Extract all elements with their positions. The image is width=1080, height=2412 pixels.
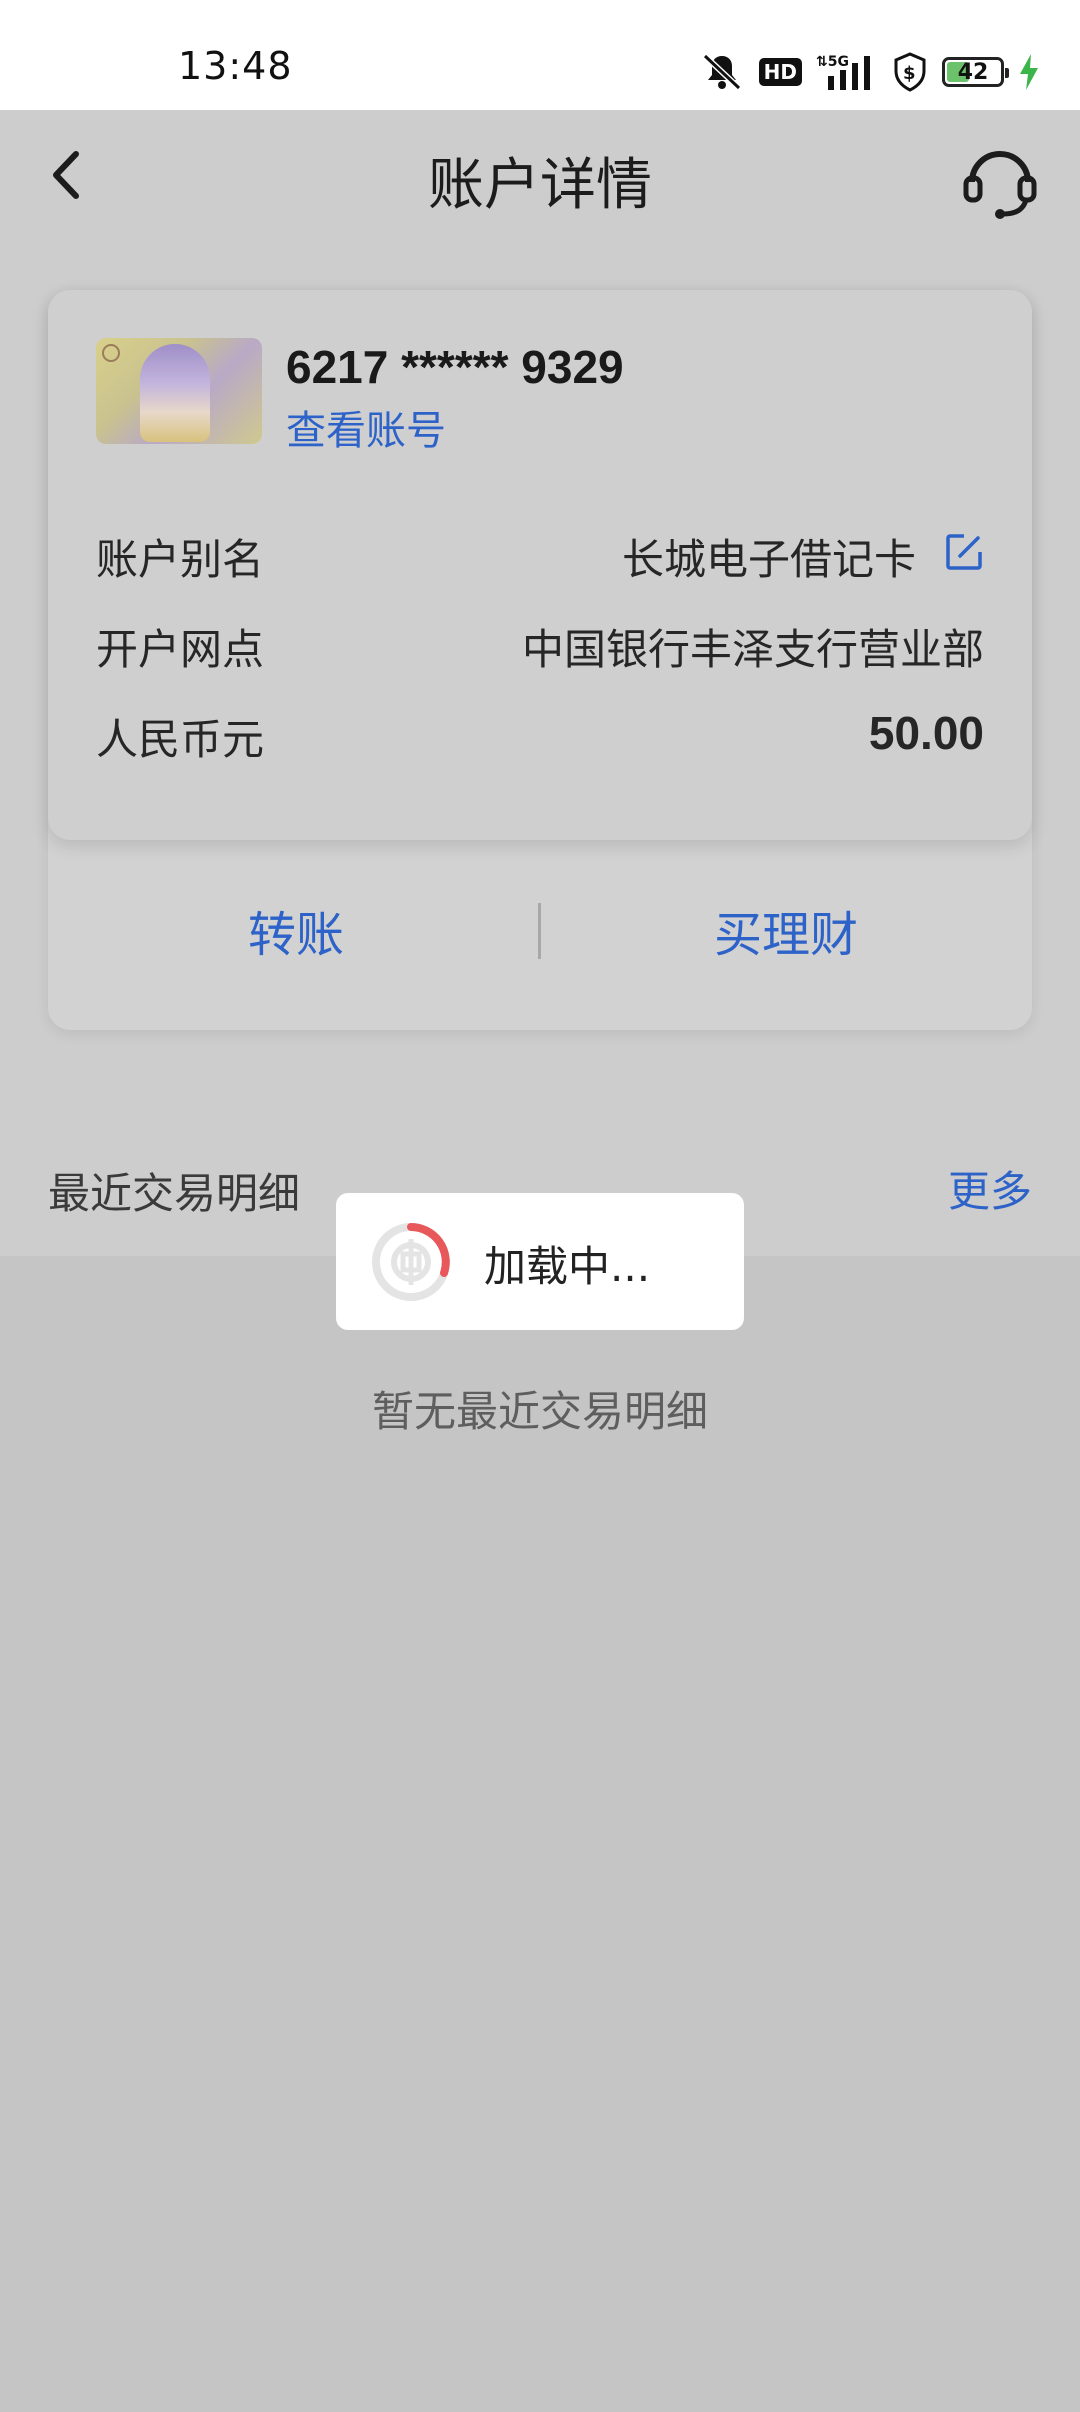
card-art [140, 344, 210, 442]
svg-text:⇅5G: ⇅5G [816, 54, 849, 70]
loading-spinner-icon [372, 1223, 450, 1301]
headset-icon [963, 151, 1037, 219]
action-divider [538, 903, 541, 959]
edit-alias-button[interactable] [944, 532, 984, 572]
transfer-button[interactable]: 转账 [248, 895, 344, 965]
hd-icon: HD [758, 58, 802, 86]
status-bar: 13:48 HD ⇅5G $ 42 [0, 0, 1080, 110]
account-info-panel: 6217 ****** 9329 查看账号 账户别名 长城电子借记卡 开户网点 … [48, 290, 1032, 840]
loading-text: 加载中... [484, 1242, 651, 1291]
empty-transactions-text: 暂无最近交易明细 [371, 1387, 708, 1436]
app-header: 账户详情 [0, 110, 1080, 240]
bank-card-image [96, 338, 262, 444]
battery-icon: 42 [942, 57, 1009, 87]
branch-value: 中国银行丰泽支行营业部 [521, 625, 984, 674]
currency-label: 人民币元 [96, 715, 265, 764]
view-account-link[interactable]: 查看账号 [286, 398, 446, 456]
customer-service-button[interactable] [960, 140, 1040, 220]
bank-logo-icon [102, 344, 120, 362]
page-title: 账户详情 [428, 153, 652, 218]
charging-icon [1018, 54, 1040, 90]
svg-text:$: $ [903, 63, 916, 84]
more-button[interactable]: 更多 [948, 1158, 1032, 1219]
alias-row: 账户别名 长城电子借记卡 [96, 526, 984, 586]
mute-bell-icon [699, 52, 745, 92]
alias-value: 长城电子借记卡 [621, 535, 916, 584]
branch-row: 开户网点 中国银行丰泽支行营业部 [96, 616, 984, 676]
buy-finance-button[interactable]: 买理财 [714, 895, 858, 965]
balance-value: 50.00 [868, 707, 984, 759]
battery-level: 42 [957, 59, 989, 85]
account-card: 6217 ****** 9329 查看账号 账户别名 长城电子借记卡 开户网点 … [48, 290, 1032, 1030]
loading-toast: 加载中... [336, 1193, 744, 1330]
recent-transactions-title: 最近交易明细 [48, 1169, 301, 1218]
edit-icon [946, 534, 982, 570]
status-time: 13:48 [178, 44, 293, 88]
page-content: 账户详情 6217 ****** 9329 查看账号 账户别名 长城电子借记卡 [0, 110, 1080, 1256]
signal-5g-icon: ⇅5G [816, 52, 878, 92]
alias-label: 账户别名 [96, 535, 265, 584]
card-number: 6217 ****** 9329 [286, 341, 624, 393]
branch-label: 开户网点 [96, 625, 265, 674]
status-icons: HD ⇅5G $ 42 [699, 50, 1040, 94]
shield-dollar-icon: $ [892, 52, 928, 92]
account-actions: 转账 买理财 [48, 845, 1032, 1030]
balance-row: 人民币元 50.00 [96, 706, 984, 766]
